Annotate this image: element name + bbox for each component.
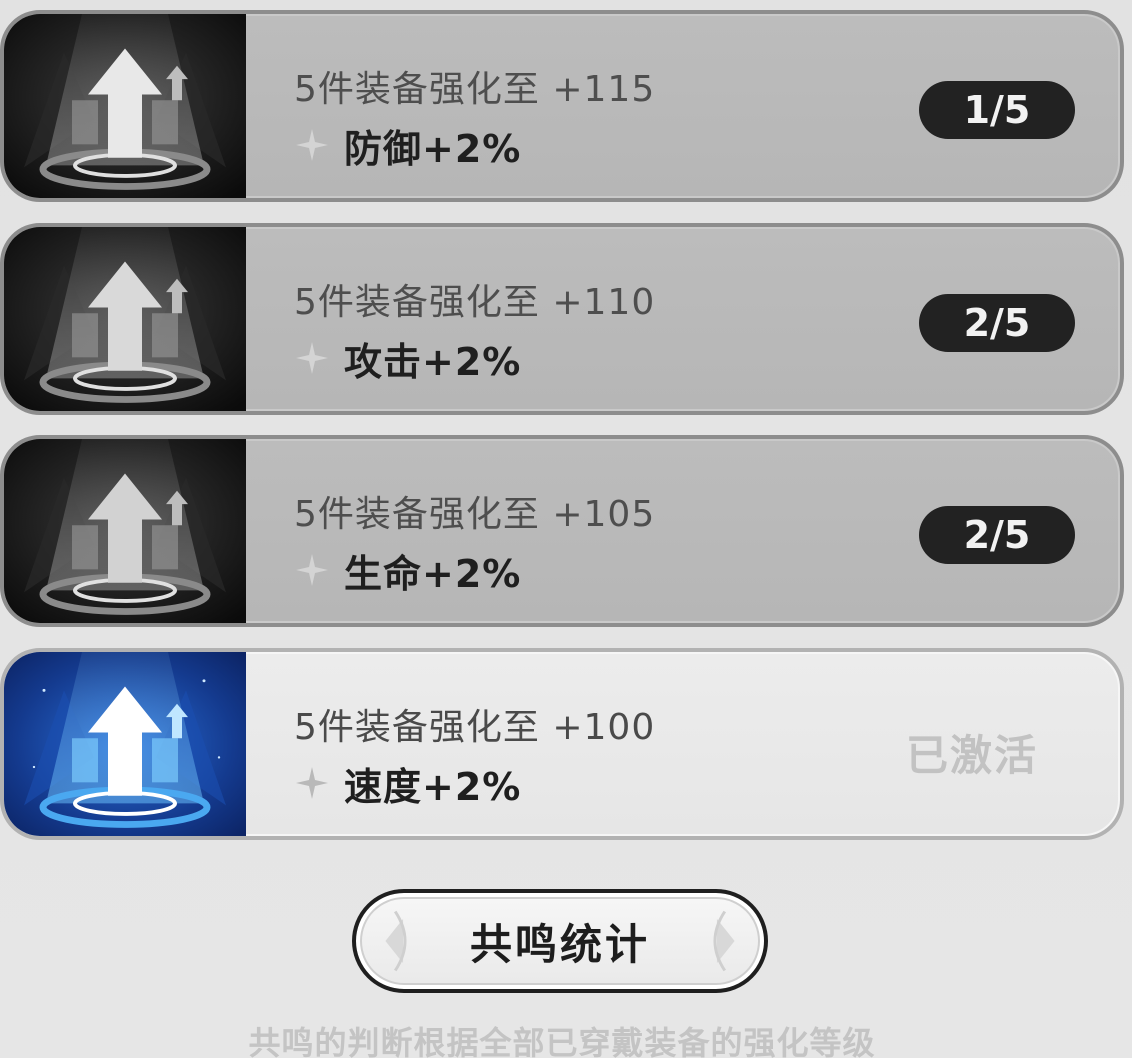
resonance-tier-card[interactable]: 5件装备强化至 +110 攻击+2% 2/5 xyxy=(0,223,1124,415)
tier-bonus-row: 防御+2% xyxy=(294,120,522,171)
sparkle-icon xyxy=(296,129,328,161)
tier-bonus: 攻击+2% xyxy=(344,339,522,384)
resonance-stats-button[interactable]: 共鸣统计 xyxy=(352,889,768,993)
tier-bonus-row: 生命+2% xyxy=(294,545,522,596)
resonance-tier-card-active[interactable]: 5件装备强化至 +100 速度+2% 已激活 xyxy=(0,648,1124,840)
resonance-footnote: 共鸣的判断根据全部已穿戴装备的强化等级 xyxy=(248,1024,876,1058)
tier-requirement: 5件装备强化至 +115 xyxy=(294,69,656,110)
tier-requirement: 5件装备强化至 +110 xyxy=(294,282,656,323)
upgrade-arrow-icon xyxy=(4,14,246,198)
sparkle-icon xyxy=(296,554,328,586)
tier-bonus-row: 速度+2% xyxy=(294,758,522,809)
tier-progress-badge: 1/5 xyxy=(919,81,1075,139)
tier-activated-status: 已激活 xyxy=(906,731,1039,780)
resonance-panel: 5件装备强化至 +115 防御+2% 1/5 5件装备强化至 +110 攻击+2… xyxy=(0,0,1132,1058)
upgrade-arrow-icon xyxy=(4,439,246,623)
tier-bonus-row: 攻击+2% xyxy=(294,333,522,384)
tier-bonus: 防御+2% xyxy=(344,126,522,171)
tier-progress-badge: 2/5 xyxy=(919,294,1075,352)
tier-requirement: 5件装备强化至 +105 xyxy=(294,494,656,535)
sparkle-icon xyxy=(296,342,328,374)
upgrade-arrow-icon-active xyxy=(4,652,246,836)
tier-bonus: 生命+2% xyxy=(344,551,522,596)
tier-progress-badge: 2/5 xyxy=(919,506,1075,564)
resonance-tier-card[interactable]: 5件装备强化至 +105 生命+2% 2/5 xyxy=(0,435,1124,627)
tier-bonus: 速度+2% xyxy=(344,764,522,809)
stats-button-label: 共鸣统计 xyxy=(469,919,650,969)
tier-requirement: 5件装备强化至 +100 xyxy=(294,707,656,748)
resonance-tier-card[interactable]: 5件装备强化至 +115 防御+2% 1/5 xyxy=(0,10,1124,202)
upgrade-arrow-icon xyxy=(4,227,246,411)
sparkle-icon xyxy=(296,767,328,799)
